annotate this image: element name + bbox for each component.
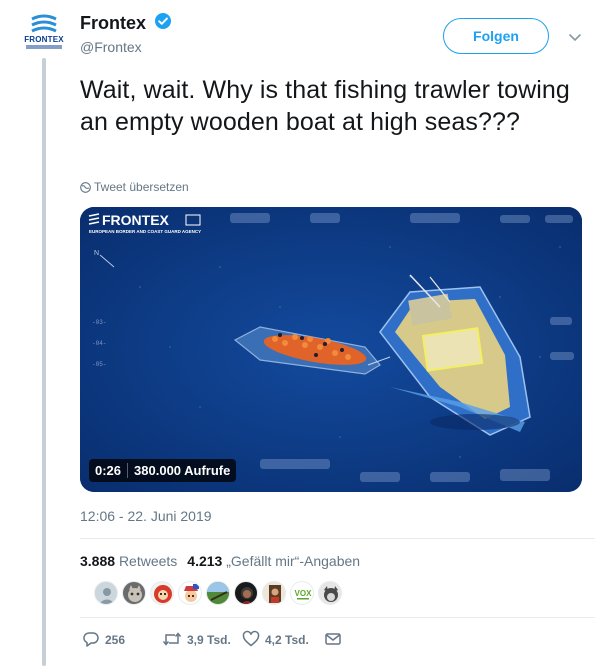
retweets-label: Retweets [118,553,178,569]
follow-button[interactable]: Folgen [443,18,549,54]
liker-avatar[interactable] [206,581,230,605]
reply-action[interactable]: 256 [82,630,125,648]
engagement-stats: 3.888 Retweets 4.213 „Gefällt mir“-Angabe… [80,553,360,569]
video-view-count: 380.000 Aufrufe [127,463,231,478]
liker-avatar[interactable] [150,581,174,605]
reply-icon [83,632,99,647]
retweet-icon [162,632,182,646]
likes-stat[interactable]: 4.213 „Gefällt mir“-Angaben [187,553,360,569]
verified-badge-icon [154,12,172,35]
watermark-title: FRONTEX [102,212,170,228]
heart-icon [242,630,260,647]
hud-compass-label: N [94,250,99,257]
hud-scale-mark: -04- [92,340,106,347]
liker-avatar[interactable] [178,581,202,605]
account-handle[interactable]: @Frontex [80,39,172,55]
retweets-stat[interactable]: 3.888 Retweets [80,553,177,569]
tweet-header: FRONTEX Frontex @Frontex Folgen [20,10,595,60]
likes-count: 4.213 [187,553,223,569]
video-info-badge: 0:26 380.000 Aufrufe [89,459,237,482]
liker-avatar[interactable] [122,581,146,605]
envelope-icon [325,633,341,645]
like-action[interactable]: 4,2 Tsd. [242,630,309,648]
account-name-block: Frontex @Frontex [80,12,172,55]
display-name[interactable]: Frontex [80,13,146,34]
direct-message-action[interactable] [324,630,342,648]
video-player[interactable]: N -03- -04- -05- FRONTEX EUROPEAN BORDER… [80,207,582,492]
watermark-subtitle: EUROPEAN BORDER AND COAST GUARD AGENCY [89,229,201,234]
video-duration: 0:26 [95,463,122,478]
retweet-count: 3,9 Tsd. [187,633,231,647]
frontex-logo[interactable]: FRONTEX [20,14,68,58]
liker-avatar[interactable] [94,581,118,605]
video-frame: N -03- -04- -05- FRONTEX EUROPEAN BORDER… [80,207,582,492]
logo-wordmark: FRONTEX [24,35,64,44]
chevron-down-icon[interactable] [568,30,582,48]
retweets-count: 3.888 [80,553,116,569]
liker-avatar[interactable] [318,581,342,605]
divider [80,538,595,539]
hud-scale-mark: -05- [92,361,106,368]
frontex-waves-icon [31,14,57,33]
likes-label: „Gefällt mir“-Angaben [226,553,361,569]
divider [80,617,595,618]
thread-connector-line [42,58,46,666]
hud-scale-mark: -03- [92,319,106,326]
retweet-action[interactable]: 3,9 Tsd. [162,630,231,648]
vox-avatar-text: VOX [295,589,313,598]
liker-avatar[interactable] [262,581,286,605]
tweet-timestamp[interactable]: 12:06 - 22. Juni 2019 [80,508,212,524]
globe-icon [80,182,91,193]
reply-count: 256 [105,633,126,647]
liker-avatar[interactable]: VOX [290,581,314,605]
tweet-actions: 256 3,9 Tsd. 4,2 Tsd. [80,630,380,650]
translate-tweet-link[interactable]: Tweet übersetzen [80,180,189,194]
liker-avatar[interactable] [234,581,258,605]
logo-eu-strip [26,45,62,49]
like-count: 4,2 Tsd. [265,633,309,647]
translate-label: Tweet übersetzen [94,180,189,194]
tweet-text: Wait, wait. Why is that fishing trawler … [80,76,570,136]
